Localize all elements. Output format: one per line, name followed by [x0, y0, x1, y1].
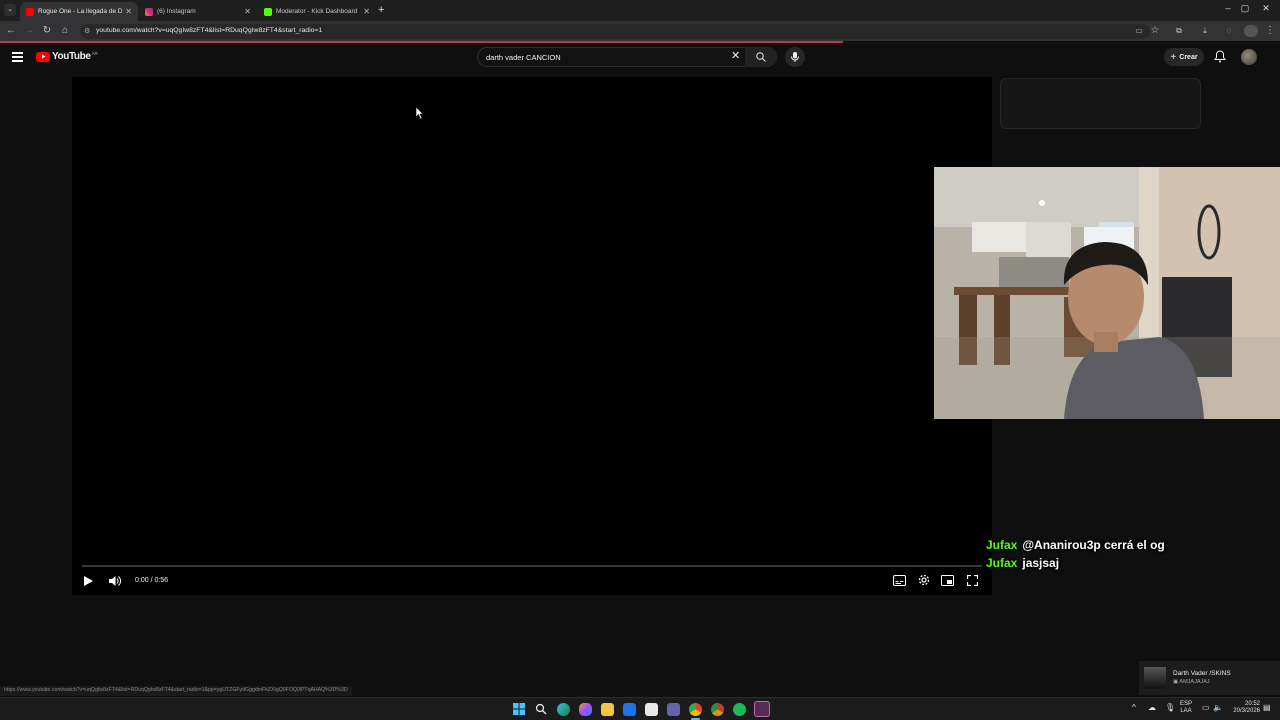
- language-indicator[interactable]: ESP LAA: [1180, 701, 1192, 715]
- chrome-icon[interactable]: [689, 703, 702, 716]
- tab-youtube[interactable]: Rogue One - La llegada de Dar ✕: [20, 2, 138, 21]
- chat-username: Jufax: [986, 538, 1018, 552]
- video-player[interactable]: 0:00 / 0:56: [72, 77, 992, 595]
- video-progress-bar[interactable]: [82, 565, 982, 567]
- chrome-profile-icon[interactable]: [711, 703, 724, 716]
- webcam-overlay: [934, 167, 1280, 419]
- youtube-logo[interactable]: YouTube AR: [36, 51, 98, 62]
- album-art: [1144, 667, 1166, 689]
- browser-menu-icon[interactable]: ⋮: [1263, 25, 1277, 37]
- calendar-icon[interactable]: [645, 703, 658, 716]
- clear-search-icon[interactable]: ✕: [731, 49, 740, 62]
- clock[interactable]: 20:52 20/3/2026: [1228, 701, 1260, 715]
- tab-label: Moderator - Kick Dashboard: [276, 8, 358, 15]
- sidebar-placeholder-card: [1000, 78, 1201, 129]
- status-bar-url: https://www.youtube.com/watch?v=uqQgIw8z…: [0, 686, 352, 696]
- instagram-favicon-icon: [145, 7, 153, 16]
- tab-label: (6) Instagram: [157, 8, 196, 15]
- network-icon[interactable]: ▭: [1202, 703, 1210, 712]
- tray-overflow-icon[interactable]: ^: [1132, 703, 1136, 712]
- address-bar[interactable]: ⚙ youtube.com/watch?v=uqQgIw8zFT4&list=R…: [80, 24, 1150, 39]
- close-window-icon[interactable]: ✕: [1256, 3, 1276, 14]
- browser-toolbar: ← → ↻ ⌂ ⚙ youtube.com/watch?v=uqQgIw8zFT…: [0, 21, 1280, 41]
- windows-start-icon[interactable]: [513, 703, 525, 715]
- new-tab-button[interactable]: +: [378, 3, 384, 17]
- mouse-cursor-icon: [416, 107, 424, 119]
- windows-taskbar: ^ ☁ 🎙 ESP LAA ▭ 🔈 20:52 20/3/2026 ▤: [0, 697, 1280, 720]
- back-icon[interactable]: ←: [4, 25, 18, 37]
- search-input[interactable]: [486, 53, 726, 62]
- hamburger-menu-icon[interactable]: [12, 52, 23, 62]
- url-text: youtube.com/watch?v=uqQgIw8zFT4&list=RDu…: [96, 27, 323, 34]
- country-code: AR: [91, 51, 98, 56]
- now-playing-subtitle: ▣ AMJAJAJAJ: [1173, 679, 1210, 685]
- onedrive-icon[interactable]: ☁: [1148, 703, 1156, 712]
- now-playing-title: Darth Vader /SKINS: [1173, 670, 1231, 677]
- voice-search-button[interactable]: [785, 47, 805, 67]
- tab-kick-dashboard[interactable]: Moderator - Kick Dashboard ✕: [258, 2, 376, 21]
- notifications-bell-icon[interactable]: [1214, 50, 1226, 68]
- subtitles-icon[interactable]: [893, 575, 906, 586]
- spotify-icon[interactable]: [733, 703, 746, 716]
- profile-avatar[interactable]: [1244, 25, 1258, 37]
- tab-label: Rogue One - La llegada de Dar: [38, 8, 123, 15]
- microphone-icon: [791, 52, 799, 62]
- chat-message: Jufax @Ananirou3p cerrá el og: [986, 538, 1165, 552]
- settings-gear-icon[interactable]: [918, 574, 930, 586]
- bookmark-star-icon[interactable]: ☆: [1148, 25, 1162, 37]
- miniplayer-icon[interactable]: [941, 575, 954, 586]
- taskbar-search-icon[interactable]: [535, 703, 547, 715]
- mic-tray-icon[interactable]: 🎙: [1165, 703, 1175, 712]
- chat-message: Jufax jasjsaj: [986, 556, 1059, 570]
- plus-icon: +: [1170, 51, 1177, 63]
- site-info-icon[interactable]: ⚙: [84, 27, 90, 35]
- now-playing-widget[interactable]: Darth Vader /SKINS ▣ AMJAJAJAJ: [1139, 661, 1280, 695]
- create-label: Crear: [1179, 53, 1198, 61]
- volume-icon[interactable]: [108, 575, 121, 587]
- search-icon: [756, 52, 766, 62]
- chat-username: Jufax: [986, 556, 1018, 570]
- youtube-favicon-icon: [26, 7, 34, 16]
- downloads-icon[interactable]: ⤓: [1198, 25, 1212, 37]
- youtube-logo-text: YouTube: [52, 51, 91, 62]
- edge-icon[interactable]: [557, 703, 570, 716]
- tab-search-button[interactable]: ⌄: [4, 4, 16, 16]
- close-icon[interactable]: ✕: [244, 7, 251, 16]
- chat-text: @Ananirou3p cerrá el og: [1022, 538, 1165, 552]
- fullscreen-icon[interactable]: [967, 575, 978, 586]
- teams-icon[interactable]: [667, 703, 680, 716]
- time-display: 0:00 / 0:56: [135, 577, 169, 584]
- mail-icon[interactable]: [623, 703, 636, 716]
- cast-icon[interactable]: ▭: [1132, 25, 1146, 37]
- browser-tab-strip: ⌄ Rogue One - La llegada de Dar ✕ (6) In…: [0, 0, 1280, 21]
- create-button[interactable]: + Crear: [1164, 48, 1204, 66]
- copilot-icon[interactable]: [579, 703, 592, 716]
- notification-center-icon[interactable]: ▤: [1263, 703, 1271, 712]
- forward-icon[interactable]: →: [22, 25, 36, 37]
- reload-icon[interactable]: ↻: [40, 25, 54, 37]
- steam-taskbar-icon[interactable]: [754, 701, 770, 717]
- profile-menu-icon[interactable]: ◌: [1222, 25, 1236, 37]
- file-explorer-icon[interactable]: [601, 703, 614, 716]
- account-avatar[interactable]: [1241, 49, 1257, 65]
- maximize-icon[interactable]: ▢: [1235, 3, 1255, 14]
- close-icon[interactable]: ✕: [125, 7, 132, 16]
- search-button[interactable]: [745, 47, 777, 67]
- close-icon[interactable]: ✕: [363, 7, 370, 16]
- speaker-icon[interactable]: 🔈: [1213, 703, 1223, 712]
- home-icon[interactable]: ⌂: [58, 25, 72, 37]
- youtube-play-icon: [36, 51, 50, 62]
- webcam-feed-image: [934, 167, 1280, 419]
- player-controls: 0:00 / 0:56: [72, 572, 992, 590]
- play-icon[interactable]: [83, 576, 93, 586]
- chat-text: jasjsaj: [1022, 556, 1060, 570]
- extensions-icon[interactable]: ⧉: [1172, 25, 1186, 37]
- kick-favicon-icon: [264, 7, 272, 16]
- tab-instagram[interactable]: (6) Instagram ✕: [139, 2, 257, 21]
